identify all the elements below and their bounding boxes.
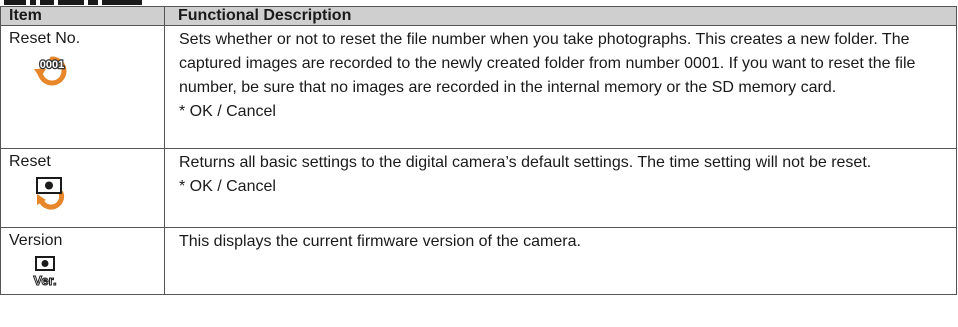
description-cell: Sets whether or not to reset the file nu… — [164, 25, 957, 149]
item-label: Reset — [9, 153, 51, 170]
option-text: * OK / Cancel — [179, 178, 276, 195]
header-description: Functional Description — [164, 6, 957, 26]
item-label: Reset No. — [9, 30, 81, 47]
option-text: * OK / Cancel — [179, 103, 276, 120]
description-cell: This displays the current firmware versi… — [164, 227, 957, 295]
item-cell: Version Ver. — [0, 227, 165, 295]
table-row-version: Version Ver. This displays the current f… — [0, 227, 957, 295]
reset-camera-icon — [9, 176, 160, 215]
reset-number-icon-text: 0001 — [40, 59, 64, 71]
table-header-row: Item Functional Description — [0, 6, 957, 26]
settings-table: Item Functional Description Reset No. 00… — [0, 6, 957, 295]
header-item: Item — [0, 6, 165, 26]
description-cell: Returns all basic settings to the digita… — [164, 148, 957, 228]
description-text: Returns all basic settings to the digita… — [179, 154, 872, 171]
item-cell: Reset — [0, 148, 165, 228]
item-label: Version — [9, 232, 63, 249]
version-icon: Ver. — [9, 255, 160, 294]
table-row-reset: Reset Returns all basic settings to the … — [0, 148, 957, 228]
table-row-reset-no: Reset No. 0001 Sets whether or not to re… — [0, 25, 957, 149]
reset-number-icon: 0001 — [9, 53, 160, 92]
description-text: Sets whether or not to reset the file nu… — [179, 31, 916, 96]
item-cell: Reset No. 0001 — [0, 25, 165, 149]
description-text: This displays the current firmware versi… — [179, 233, 581, 250]
version-icon-text: Ver. — [33, 273, 56, 288]
